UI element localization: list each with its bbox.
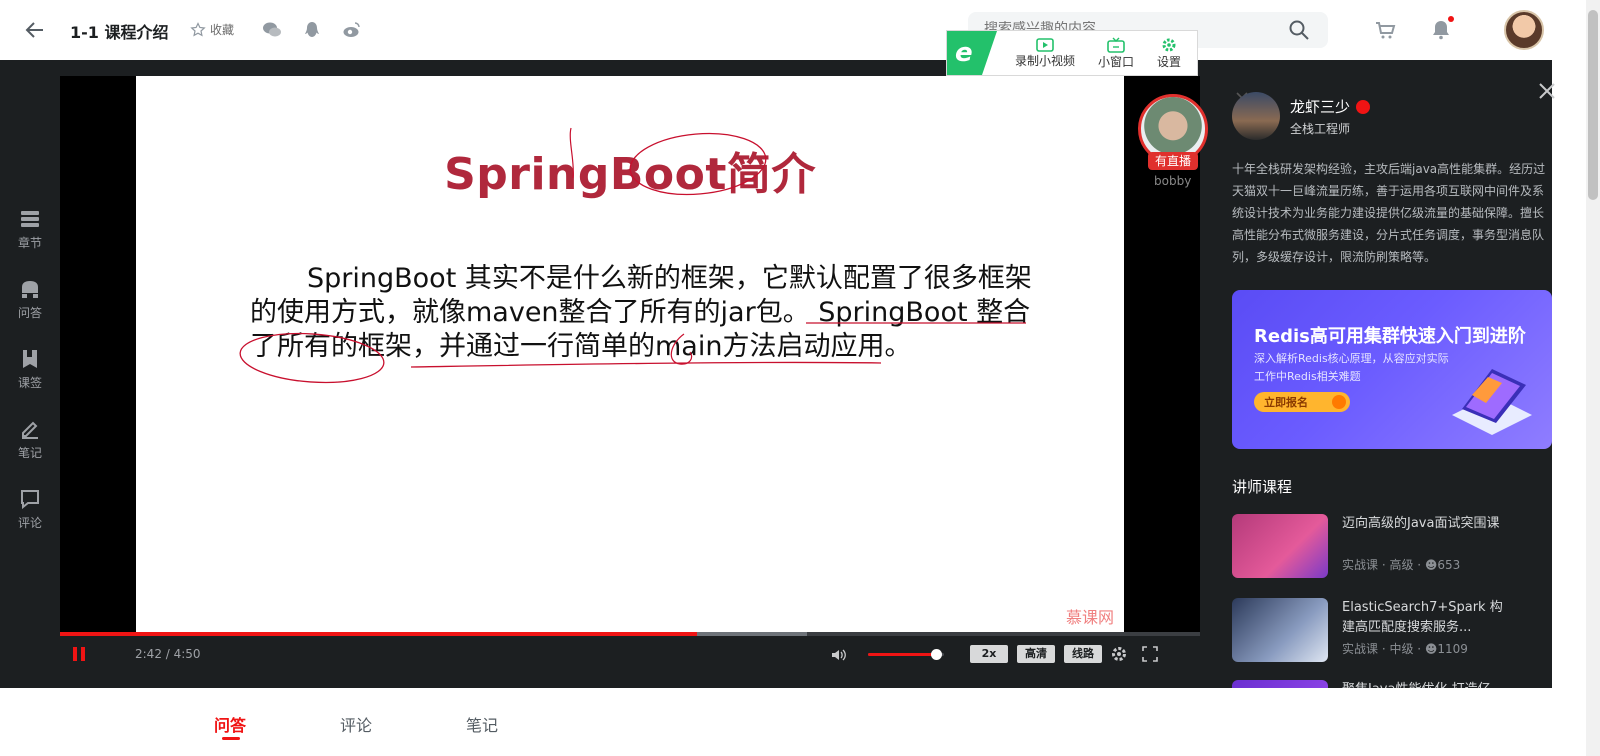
promo-banner[interactable]: Redis高可用集群快速入门到进阶 深入解析Redis核心原理，从容应对实际 工… (1232, 290, 1552, 449)
teacher-badge-icon (1356, 99, 1371, 114)
video-frame-slide: SpringBoot简介 SpringBoot 其实不是什么新的框架，它默认配置… (136, 76, 1248, 632)
tab-notes[interactable]: 笔记 (466, 712, 498, 736)
course-thumbnail (1232, 598, 1328, 662)
banner-button-label: 立即报名 (1264, 396, 1308, 409)
teacher-name: 龙虾三少 (1290, 98, 1351, 116)
live-streamer-name: bobby (1154, 174, 1192, 188)
slide-title: SpringBoot简介 (444, 149, 816, 200)
volume-knob[interactable] (931, 649, 943, 660)
course-card[interactable]: 迈向高级的Java面试突围课 实战课 · 高级 · ☻653 (1232, 514, 1552, 578)
scrollbar-thumb[interactable] (1588, 10, 1598, 200)
course-thumbnail (1232, 680, 1328, 688)
tab-qa[interactable]: 问答 (214, 712, 246, 736)
player-controls: 2:42 / 4:50 2x 高清 线路 (60, 636, 1200, 672)
recording-plugin-toolbar: e 录制小视频 小窗口 设置 (946, 30, 1198, 76)
rail-item-comments[interactable]: 评论 (0, 488, 60, 531)
course-title: ElasticSearch7+Spark 构建高匹配度搜索服务... (1342, 600, 1503, 635)
live-badge: 有直播 (1148, 152, 1198, 170)
comment-icon (21, 490, 39, 510)
rail-label: 笔记 (17, 446, 42, 460)
top-bar: 1-1 课程介绍 收藏 (0, 0, 1552, 60)
plugin-logo: e (947, 31, 997, 75)
banner-title: Redis高可用集群快速入门到进阶 (1254, 326, 1526, 347)
arrow-icon (1332, 395, 1346, 409)
chapter-icon (21, 211, 39, 227)
rail-label: 章节 (17, 236, 42, 250)
plugin-settings-button[interactable]: 设置 (1145, 31, 1193, 75)
video-record-icon (1036, 37, 1054, 52)
course-student-count: 1109 (1437, 642, 1468, 656)
qq-icon[interactable] (302, 20, 322, 40)
teacher-bio: 十年全栈研发架构经验，主攻后端java高性能集群。经历过天猫双十一巨峰流量历练，… (1232, 162, 1546, 264)
course-title: 1-1 课程介绍 (70, 23, 169, 42)
user-icon: ☻ (1424, 558, 1438, 572)
course-title: 迈向高级的Java面试突围课 (1342, 516, 1500, 531)
teacher-avatar[interactable] (1232, 92, 1280, 140)
favorite-button[interactable]: 收藏 (190, 21, 234, 38)
notification-dot (1448, 16, 1454, 22)
volume-slider[interactable] (868, 649, 944, 660)
rail-item-chapter[interactable]: 章节 (0, 208, 60, 251)
rail-item-notes[interactable]: 笔记 (0, 418, 60, 461)
teacher-name-row[interactable]: 龙虾三少 (1290, 96, 1371, 117)
course-level: 实战课 · 高级 · (1342, 558, 1425, 572)
wechat-icon[interactable] (262, 20, 282, 40)
pause-icon[interactable] (72, 646, 86, 662)
settings-label: 设置 (1156, 54, 1181, 69)
record-video-button[interactable]: 录制小视频 (1003, 31, 1087, 75)
quality-button[interactable]: 高清 (1017, 645, 1055, 663)
bookmark-icon (23, 350, 37, 368)
course-thumbnail (1232, 514, 1328, 578)
teacher-courses-title: 讲师课程 (1232, 478, 1293, 496)
course-card[interactable]: ElasticSearch7+Spark 构建高匹配度搜索服务... 实战课 ·… (1232, 598, 1552, 662)
rail-item-bookmark[interactable]: 课签 (0, 348, 60, 391)
search-icon[interactable] (1288, 19, 1310, 41)
course-meta: 实战课 · 高级 · ☻653 (1342, 556, 1460, 573)
left-rail: 章节 问答 课签 笔记 评论 (0, 60, 60, 688)
cart-icon[interactable] (1374, 19, 1396, 41)
user-icon: ☻ (1424, 642, 1438, 656)
laptop-illustration (1452, 369, 1532, 435)
course-title: 聚焦Java性能优化 打造亿... (1342, 680, 1512, 688)
course-card[interactable]: 聚焦Java性能优化 打造亿... (1232, 680, 1552, 688)
course-meta: 实战课 · 中级 · ☻1109 (1342, 640, 1468, 657)
course-student-count: 653 (1437, 558, 1461, 572)
active-tab-indicator (222, 737, 240, 740)
gear-icon[interactable] (1110, 645, 1128, 663)
video-player[interactable]: SpringBoot简介 SpringBoot 其实不是什么新的框架，它默认配置… (60, 76, 1248, 672)
mini-window-button[interactable]: 小窗口 (1087, 31, 1145, 75)
rail-label: 课签 (17, 376, 42, 390)
rail-label: 问答 (17, 306, 42, 320)
slide-body: SpringBoot 其实不是什么新的框架，它默认配置了很多框架的使用方式，就像… (250, 263, 1032, 362)
mooc-watermark: 慕课网 (1065, 608, 1114, 627)
weibo-icon[interactable] (342, 20, 362, 40)
back-arrow-icon[interactable] (24, 19, 46, 41)
volume-fill (868, 653, 937, 656)
mini-label: 小窗口 (1097, 54, 1134, 69)
volume-icon[interactable] (830, 646, 848, 664)
qa-icon (22, 281, 38, 298)
tab-comments[interactable]: 评论 (340, 712, 372, 736)
record-label: 录制小视频 (1014, 53, 1075, 68)
pencil-icon (22, 421, 38, 439)
user-avatar[interactable] (1504, 10, 1544, 50)
banner-subtitle-1: 深入解析Redis核心原理，从容应对实际 (1254, 352, 1449, 365)
banner-signup-button[interactable]: 立即报名 (1254, 392, 1350, 412)
time-display: 2:42 / 4:50 (135, 647, 201, 661)
fullscreen-icon[interactable] (1141, 645, 1159, 663)
settings-icon (1162, 38, 1176, 51)
banner-subtitle-2: 工作中Redis相关难题 (1254, 370, 1361, 383)
line-button[interactable]: 线路 (1064, 645, 1102, 663)
tv-icon (1107, 37, 1125, 53)
course-level: 实战课 · 中级 · (1342, 642, 1425, 656)
speed-button[interactable]: 2x (970, 645, 1008, 663)
star-icon (190, 21, 206, 36)
favorite-label: 收藏 (210, 23, 235, 37)
rail-label: 评论 (17, 516, 42, 530)
close-panel-icon[interactable] (1536, 80, 1558, 102)
rail-item-qa[interactable]: 问答 (0, 278, 60, 321)
teacher-role: 全栈工程师 (1290, 122, 1351, 136)
